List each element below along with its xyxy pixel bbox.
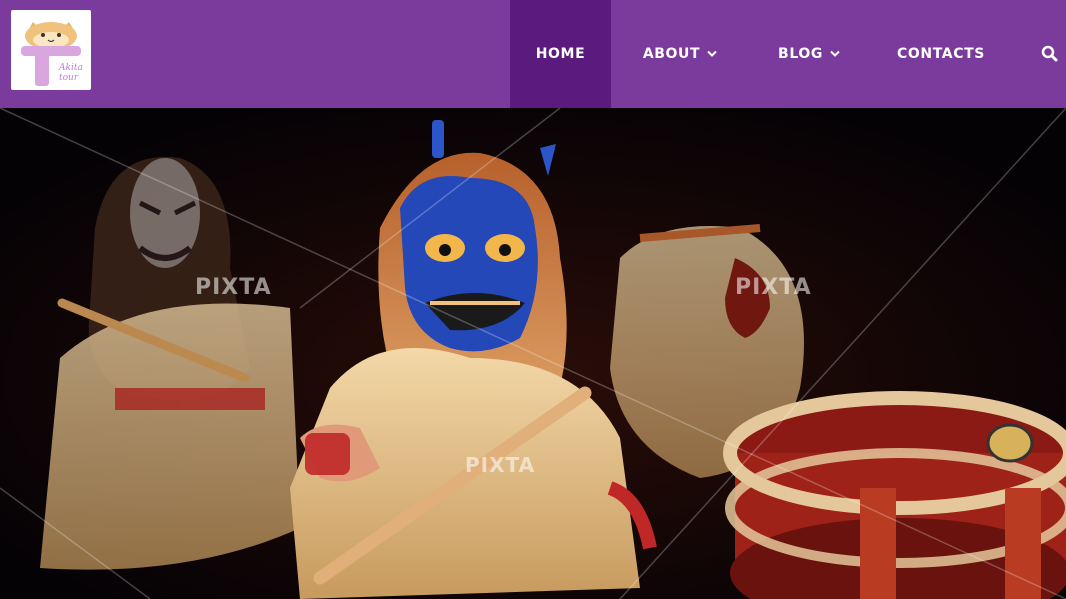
nav-label-about: ABOUT: [642, 46, 701, 62]
shiba-logo-icon: [21, 22, 81, 86]
nav-label-contacts: CONTACTS: [897, 46, 985, 62]
chevron-down-icon: [707, 46, 717, 62]
nav-item-blog[interactable]: BLOG: [749, 0, 869, 108]
main-nav: HOME ABOUT BLOG CONTACTS: [510, 0, 1013, 108]
nav-label-home: HOME: [535, 46, 586, 62]
nav-label-blog: BLOG: [778, 46, 823, 62]
hero-watermark-text: PIXTA: [195, 275, 272, 300]
hero-watermark-text: PIXTA: [465, 453, 536, 477]
chevron-down-icon: [830, 46, 840, 62]
logo-text-line2: tour: [59, 73, 79, 83]
hero-image: PIXTA PIXTA PIXTA: [0, 108, 1066, 599]
site-header: Akita tour HOME ABOUT BLOG CONTACTS: [0, 0, 1066, 108]
nav-item-home[interactable]: HOME: [510, 0, 611, 108]
hero-watermark-text: PIXTA: [735, 275, 812, 300]
nav-item-contacts[interactable]: CONTACTS: [869, 0, 1013, 108]
logo-text-line1: Akita: [59, 63, 83, 73]
search-icon[interactable]: [1040, 44, 1060, 64]
namahage-performers-image: [0, 108, 1066, 599]
nav-item-about[interactable]: ABOUT: [611, 0, 749, 108]
site-logo[interactable]: Akita tour: [11, 10, 91, 90]
